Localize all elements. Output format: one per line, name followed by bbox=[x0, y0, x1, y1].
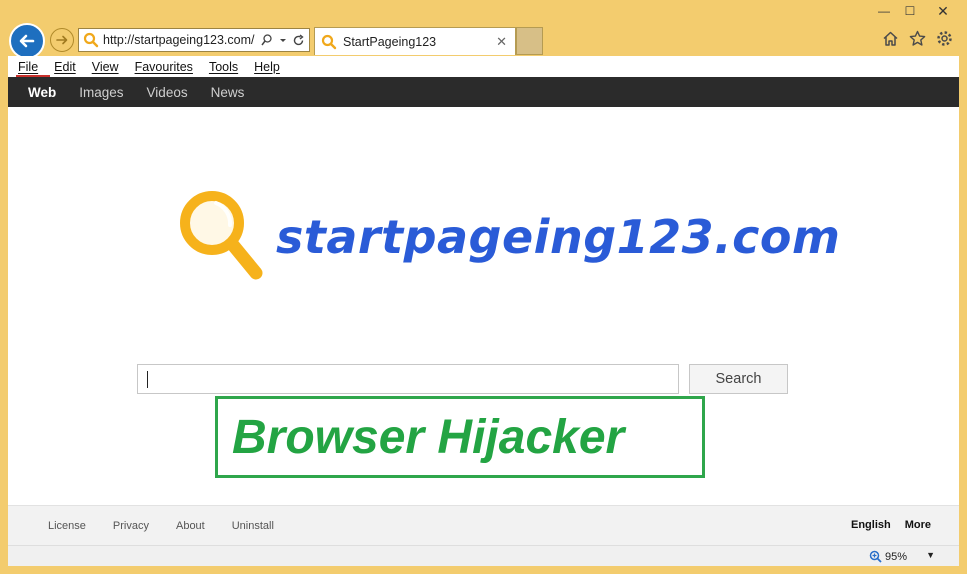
logo-text: startpageing123.com bbox=[276, 210, 841, 264]
menu-bar: File Edit View Favourites Tools Help bbox=[8, 56, 959, 77]
page-footer: License Privacy About Uninstall English … bbox=[8, 505, 959, 545]
close-window-button[interactable]: ✕ bbox=[923, 2, 963, 20]
tab-startpageing[interactable]: StartPageing123 ✕ bbox=[314, 27, 516, 55]
search-dropdown-icon[interactable] bbox=[260, 33, 274, 47]
search-input[interactable] bbox=[137, 364, 679, 394]
browser-window: — ☐ ✕ http://startpageing123.com/ StartP… bbox=[0, 0, 967, 574]
address-url[interactable]: http://startpageing123.com/ bbox=[103, 33, 260, 47]
gear-icon[interactable] bbox=[936, 30, 953, 47]
nav-videos[interactable]: Videos bbox=[147, 85, 188, 100]
language-link[interactable]: English bbox=[851, 519, 891, 531]
arrow-left-icon bbox=[19, 34, 35, 48]
zoom-icon bbox=[869, 550, 882, 563]
footer-link-uninstall[interactable]: Uninstall bbox=[232, 520, 274, 532]
arrow-right-icon bbox=[56, 35, 68, 45]
browser-hijacker-label: Browser Hijacker bbox=[215, 396, 705, 478]
page-viewport: Web Images Videos News startpageing123.c… bbox=[8, 77, 959, 545]
status-bar: 95% ▼ bbox=[8, 545, 959, 566]
address-bar[interactable]: http://startpageing123.com/ bbox=[78, 28, 310, 52]
nav-news[interactable]: News bbox=[211, 85, 245, 100]
tab-title: StartPageing123 bbox=[343, 34, 437, 49]
chevron-down-icon[interactable] bbox=[278, 35, 288, 45]
home-icon[interactable] bbox=[882, 30, 899, 47]
search-icon bbox=[83, 32, 99, 48]
window-controls: — ☐ ✕ bbox=[871, 2, 963, 20]
overlay-text: Browser Hijacker bbox=[232, 410, 625, 464]
more-link[interactable]: More bbox=[905, 519, 931, 531]
nav-web[interactable]: Web bbox=[28, 85, 56, 100]
forward-button[interactable] bbox=[50, 28, 74, 52]
chevron-down-icon[interactable]: ▼ bbox=[926, 550, 935, 560]
site-nav: Web Images Videos News bbox=[8, 77, 959, 107]
refresh-icon[interactable] bbox=[292, 33, 305, 47]
footer-link-license[interactable]: License bbox=[48, 520, 86, 532]
navigation-bar: http://startpageing123.com/ StartPageing… bbox=[0, 22, 967, 59]
zoom-level: 95% bbox=[884, 550, 907, 563]
menu-help[interactable]: Help bbox=[254, 60, 280, 74]
nav-images[interactable]: Images bbox=[79, 85, 123, 100]
search-button[interactable]: Search bbox=[689, 364, 788, 394]
footer-right: English More bbox=[851, 519, 931, 531]
footer-link-about[interactable]: About bbox=[176, 520, 205, 532]
menu-tools[interactable]: Tools bbox=[209, 60, 238, 74]
new-tab-button[interactable] bbox=[516, 27, 543, 55]
text-caret bbox=[147, 371, 148, 388]
search-icon bbox=[321, 34, 337, 49]
close-tab-icon[interactable]: ✕ bbox=[496, 34, 507, 50]
star-icon[interactable] bbox=[909, 30, 926, 47]
footer-links: License Privacy About Uninstall bbox=[48, 520, 274, 532]
menu-view[interactable]: View bbox=[92, 60, 119, 74]
zoom-control[interactable]: 95% bbox=[869, 550, 907, 563]
maximize-button[interactable]: ☐ bbox=[897, 2, 923, 20]
toolbar-icons bbox=[882, 30, 953, 47]
minimize-button[interactable]: — bbox=[871, 2, 897, 20]
menu-favourites[interactable]: Favourites bbox=[135, 60, 193, 74]
back-button[interactable] bbox=[9, 23, 45, 59]
menu-edit[interactable]: Edit bbox=[54, 60, 76, 74]
magnifier-logo-icon bbox=[180, 191, 263, 280]
site-logo: startpageing123.com bbox=[178, 189, 840, 285]
menu-file[interactable]: File bbox=[15, 60, 51, 77]
footer-link-privacy[interactable]: Privacy bbox=[113, 520, 149, 532]
